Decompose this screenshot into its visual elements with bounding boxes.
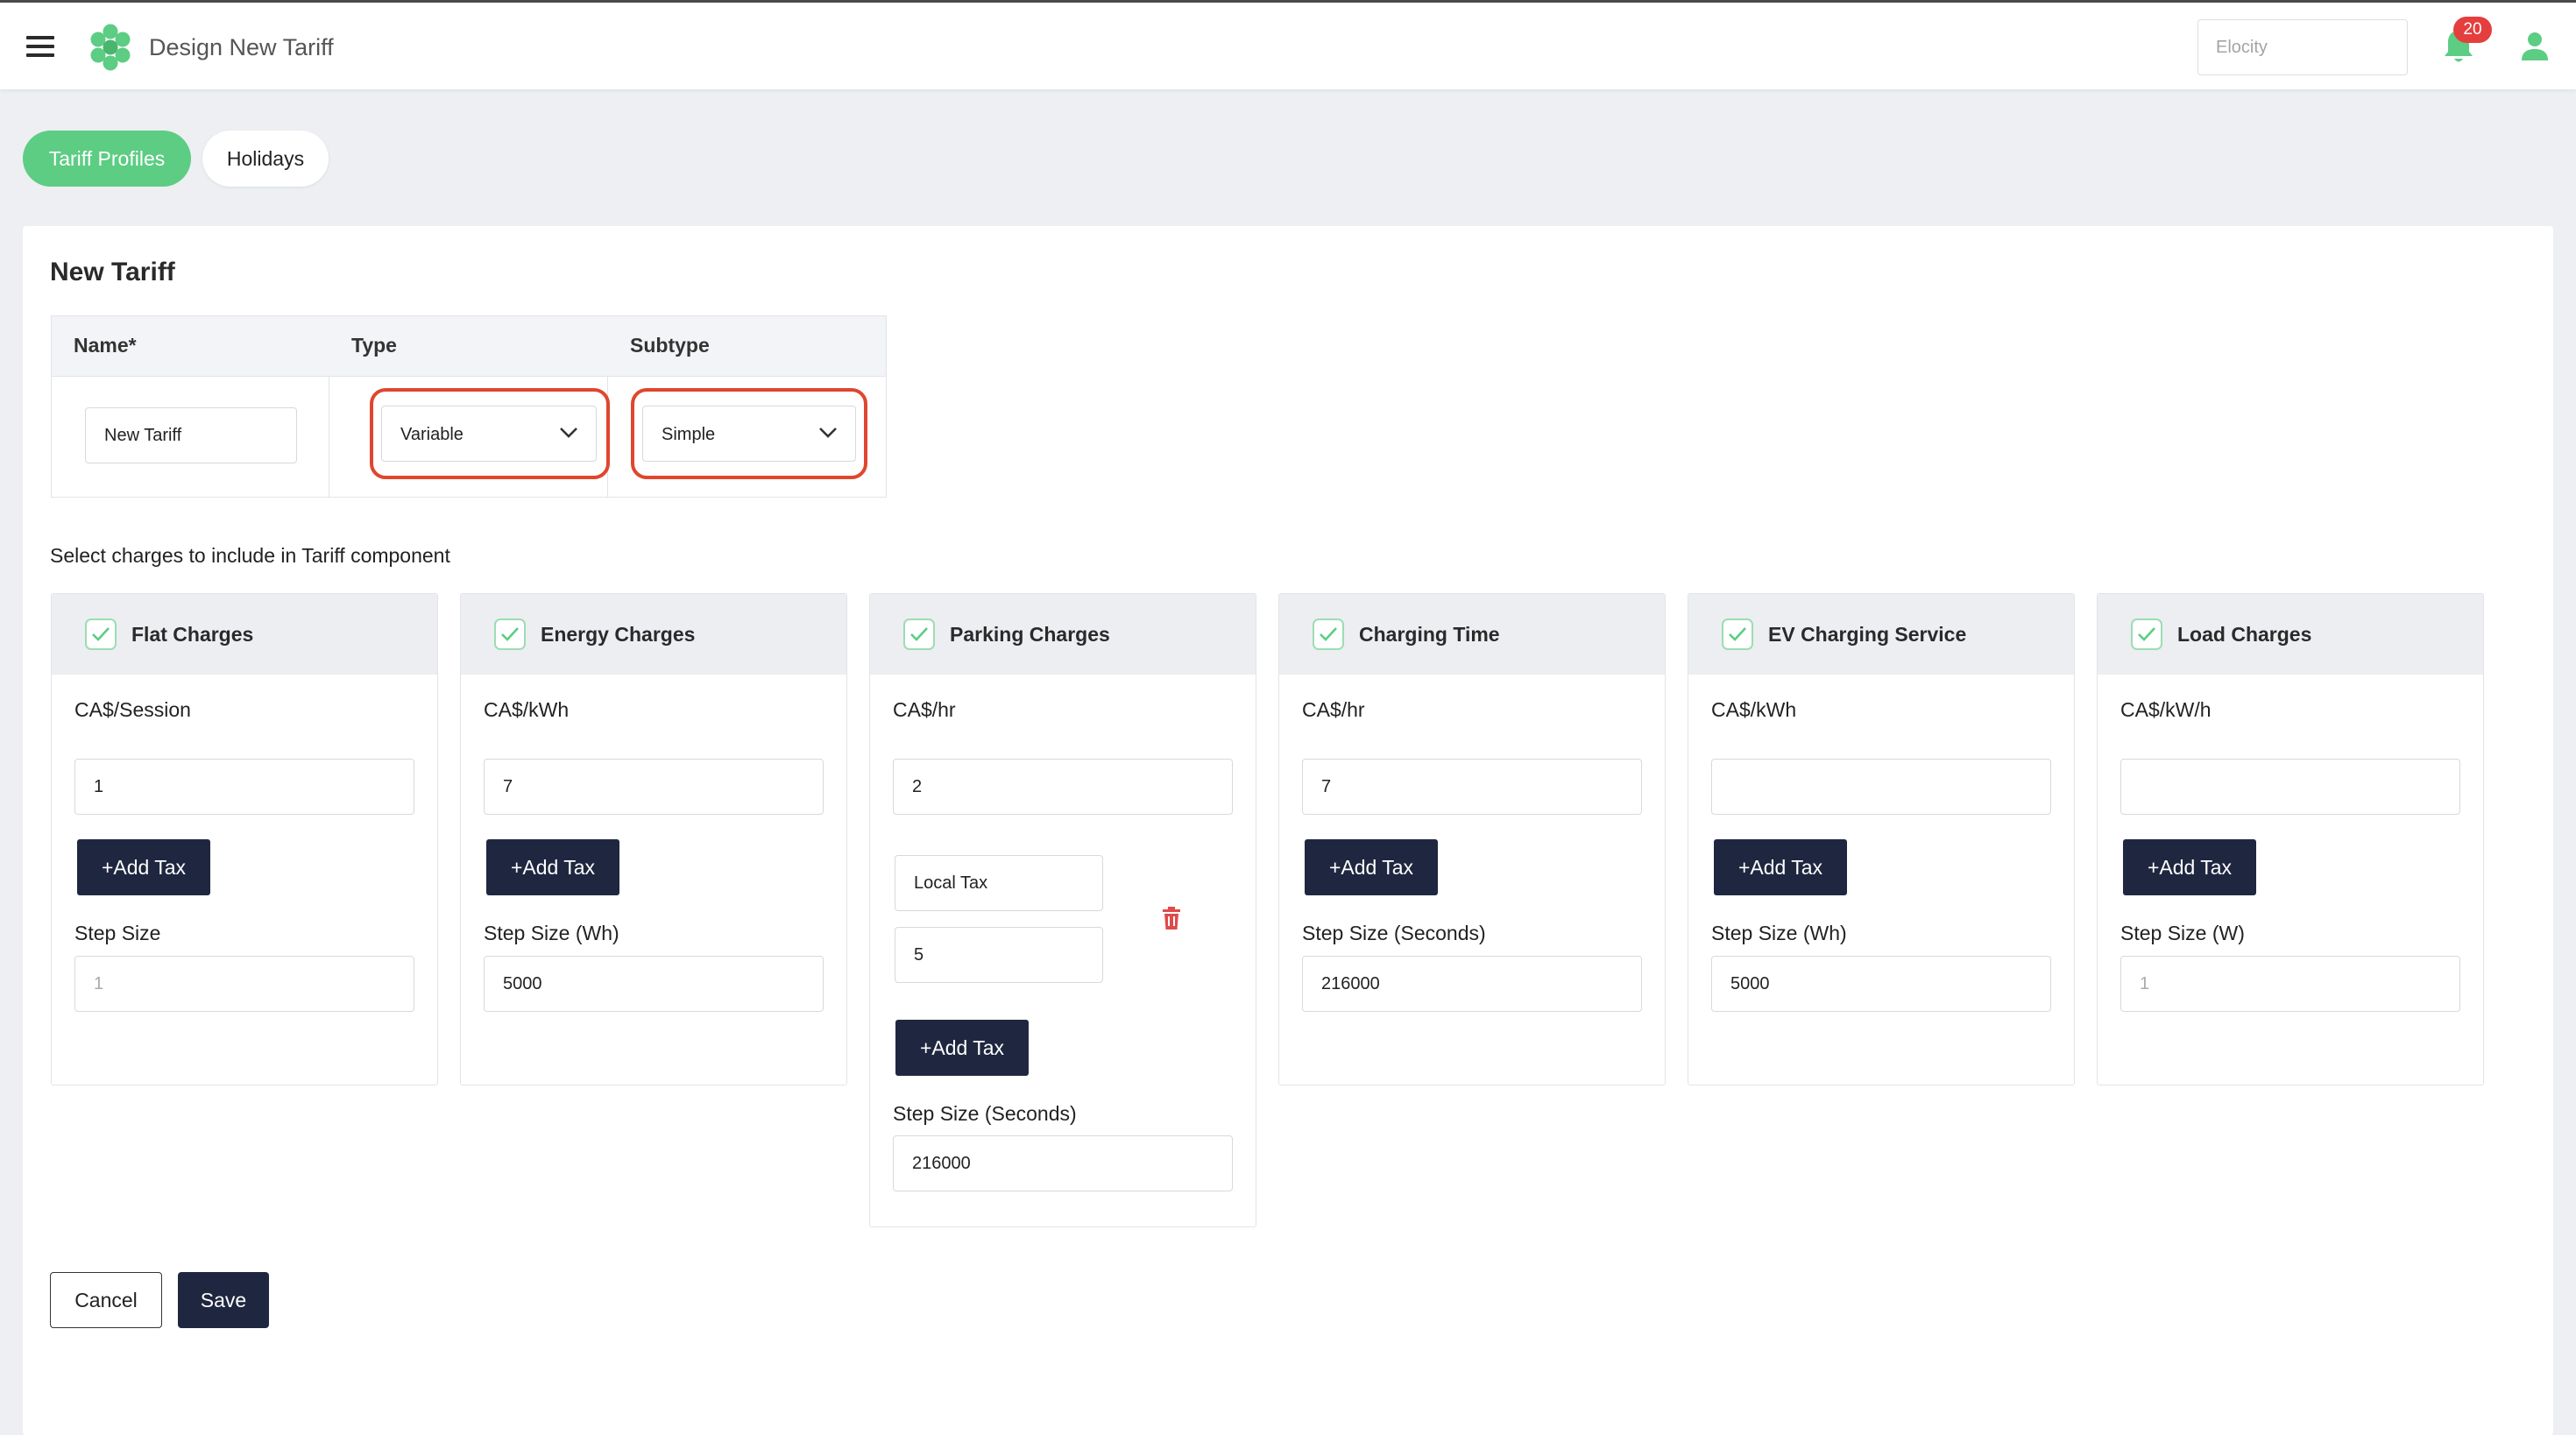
- charging-time-checkbox[interactable]: [1313, 619, 1344, 650]
- flat-charges-checkbox[interactable]: [85, 619, 117, 650]
- add-tax-button[interactable]: +Add Tax: [2123, 839, 2256, 895]
- step-size-label: Step Size (Seconds): [1302, 922, 1486, 944]
- save-button[interactable]: Save: [178, 1272, 269, 1328]
- charge-header: EV Charging Service: [1688, 594, 2074, 675]
- ev-charging-service-checkbox[interactable]: [1722, 619, 1753, 650]
- tax-name-input[interactable]: [895, 855, 1103, 911]
- step-size-label: Step Size (W): [2120, 922, 2245, 944]
- step-size-input[interactable]: [2120, 956, 2460, 1012]
- page: Design New Tariff 20 Tariff Profiles Hol…: [0, 0, 2576, 1435]
- tax-value-input[interactable]: [895, 927, 1103, 983]
- check-icon: [92, 627, 110, 641]
- tab-tariff-profiles[interactable]: Tariff Profiles: [23, 131, 191, 187]
- add-tax-button[interactable]: +Add Tax: [486, 839, 619, 895]
- subtype-select-value: Simple: [662, 425, 716, 444]
- step-size-label: Step Size (Seconds): [893, 1102, 1077, 1125]
- charge-title: Energy Charges: [541, 623, 696, 646]
- logo-icon: [90, 24, 131, 71]
- charge-header: Load Charges: [2098, 594, 2483, 675]
- charge-value-input[interactable]: [74, 759, 414, 815]
- charge-title: EV Charging Service: [1768, 623, 1967, 646]
- charge-card-charging-time: Charging Time CA$/hr +Add Tax Step Size …: [1278, 593, 1666, 1085]
- step-size-input[interactable]: [74, 956, 414, 1012]
- charge-title: Load Charges: [2177, 623, 2312, 646]
- charge-header: Parking Charges: [870, 594, 1256, 675]
- top-header: Design New Tariff 20: [0, 0, 2576, 89]
- charge-card-ev-service: EV Charging Service CA$/kWh +Add Tax Ste…: [1688, 593, 2075, 1085]
- charge-value-input[interactable]: [1302, 759, 1642, 815]
- add-tax-button[interactable]: +Add Tax: [895, 1020, 1029, 1076]
- charge-header: Charging Time: [1279, 594, 1665, 675]
- column-subtype: Subtype: [630, 334, 710, 357]
- tariff-card: New Tariff Name* Type Subtype Variable S…: [23, 226, 2553, 1435]
- card-title: New Tariff: [50, 258, 175, 286]
- check-icon: [1320, 627, 1337, 641]
- charge-unit: CA$/hr: [1302, 698, 1365, 721]
- step-size-label: Step Size (Wh): [1711, 922, 1847, 944]
- cancel-button[interactable]: Cancel: [50, 1272, 162, 1328]
- notification-badge: 20: [2453, 17, 2492, 43]
- charge-title: Charging Time: [1359, 623, 1500, 646]
- add-tax-button[interactable]: +Add Tax: [1714, 839, 1847, 895]
- charge-unit: CA$/kWh: [484, 698, 570, 721]
- chevron-down-icon: [560, 428, 577, 438]
- check-icon: [1729, 627, 1746, 641]
- tariff-name-input[interactable]: [85, 407, 297, 463]
- charge-card-flat: Flat Charges CA$/Session +Add Tax Step S…: [51, 593, 438, 1085]
- charge-card-energy: Energy Charges CA$/kWh +Add Tax Step Siz…: [460, 593, 847, 1085]
- step-size-input[interactable]: [1302, 956, 1642, 1012]
- charge-card-parking: Parking Charges CA$/hr +Add Tax Step Siz…: [869, 593, 1256, 1227]
- step-size-label: Step Size: [74, 922, 161, 944]
- charge-value-input[interactable]: [1711, 759, 2051, 815]
- page-title: Design New Tariff: [149, 34, 334, 60]
- tariff-form-table: Name* Type Subtype Variable Simple: [51, 315, 887, 498]
- charge-unit: CA$/hr: [893, 698, 956, 721]
- check-icon: [2138, 627, 2155, 641]
- add-tax-button[interactable]: +Add Tax: [1305, 839, 1438, 895]
- charge-value-input[interactable]: [484, 759, 824, 815]
- menu-icon[interactable]: [26, 36, 54, 59]
- charge-header: Flat Charges: [52, 594, 437, 675]
- trash-icon[interactable]: [1162, 907, 1181, 930]
- energy-charges-checkbox[interactable]: [494, 619, 526, 650]
- charge-card-load: Load Charges CA$/kW/h +Add Tax Step Size…: [2097, 593, 2484, 1085]
- form-table-header: Name* Type Subtype: [52, 316, 886, 377]
- charge-unit: CA$/Session: [74, 698, 191, 721]
- type-select[interactable]: Variable: [381, 406, 597, 462]
- step-size-input[interactable]: [1711, 956, 2051, 1012]
- brand-select-input[interactable]: [2197, 19, 2408, 75]
- tab-holidays[interactable]: Holidays: [202, 131, 329, 187]
- charge-header: Energy Charges: [461, 594, 846, 675]
- charge-value-input[interactable]: [893, 759, 1233, 815]
- user-icon[interactable]: [2520, 31, 2550, 62]
- check-icon: [910, 627, 928, 641]
- add-tax-button[interactable]: +Add Tax: [77, 839, 210, 895]
- subtype-select[interactable]: Simple: [642, 406, 856, 462]
- column-name: Name*: [74, 334, 137, 357]
- step-size-label: Step Size (Wh): [484, 922, 619, 944]
- load-charges-checkbox[interactable]: [2131, 619, 2162, 650]
- step-size-input[interactable]: [484, 956, 824, 1012]
- charge-unit: CA$/kWh: [1711, 698, 1797, 721]
- column-type: Type: [351, 334, 397, 357]
- charge-title: Flat Charges: [131, 623, 254, 646]
- charge-title: Parking Charges: [950, 623, 1110, 646]
- chevron-down-icon: [819, 428, 837, 438]
- type-select-value: Variable: [400, 425, 464, 444]
- parking-charges-checkbox[interactable]: [903, 619, 935, 650]
- charge-value-input[interactable]: [2120, 759, 2460, 815]
- check-icon: [501, 627, 519, 641]
- charge-unit: CA$/kW/h: [2120, 698, 2212, 721]
- charges-section-label: Select charges to include in Tariff comp…: [50, 544, 450, 567]
- step-size-input[interactable]: [893, 1135, 1233, 1191]
